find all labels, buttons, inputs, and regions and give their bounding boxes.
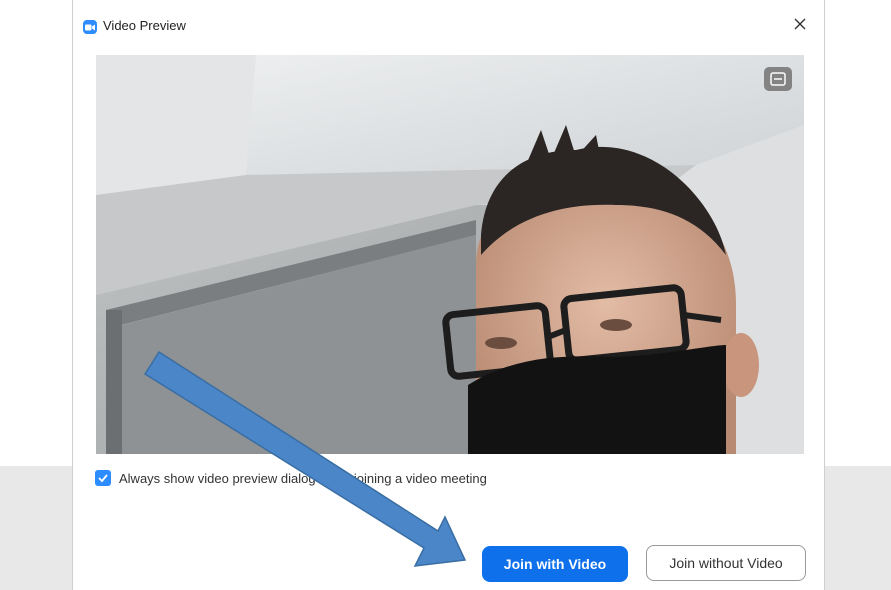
title-bar: Video Preview	[73, 0, 824, 52]
layout-toggle-icon	[770, 72, 786, 86]
camera-preview	[96, 55, 804, 454]
checkmark-icon	[98, 474, 108, 483]
video-preview-dialog: Video Preview Always show video preview …	[72, 0, 825, 590]
close-button[interactable]	[790, 14, 810, 34]
camera-feed-image	[96, 55, 804, 454]
join-with-video-button[interactable]: Join with Video	[482, 546, 628, 582]
close-icon	[794, 18, 806, 30]
window-title: Video Preview	[103, 18, 186, 33]
join-without-video-button[interactable]: Join without Video	[646, 545, 806, 581]
always-show-preview-checkbox[interactable]	[95, 470, 111, 486]
always-show-preview-label: Always show video preview dialog when jo…	[119, 470, 487, 486]
layout-toggle-button[interactable]	[764, 67, 792, 91]
zoom-camera-icon	[83, 20, 97, 34]
always-show-preview-option: Always show video preview dialog when jo…	[95, 468, 487, 488]
